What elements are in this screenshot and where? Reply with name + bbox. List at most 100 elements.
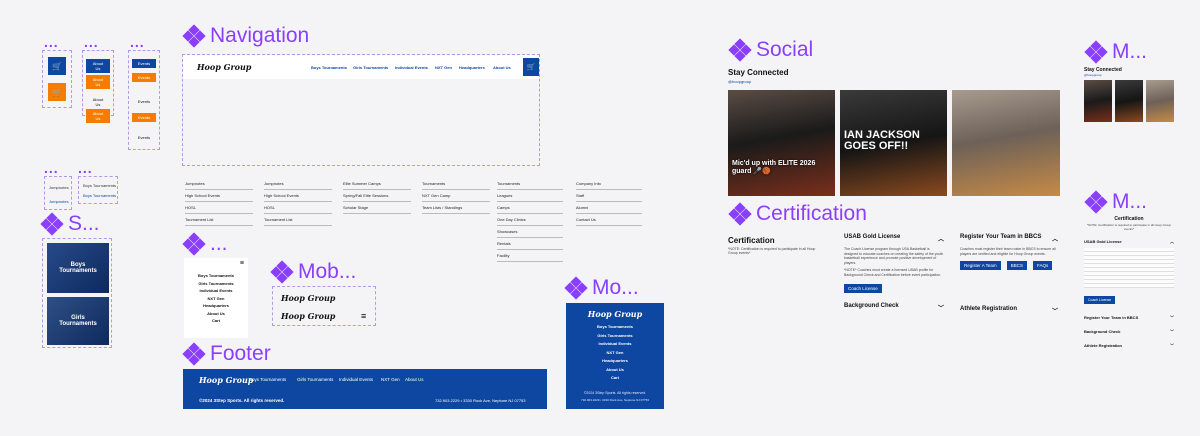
card-girls-tournaments[interactable]: Girls Tournaments [47, 297, 109, 345]
menu-item[interactable]: Camps [497, 202, 563, 214]
menu-item[interactable]: Rentals [497, 238, 563, 250]
menu-item[interactable]: Leagues [497, 190, 563, 202]
background-check-accordion[interactable]: Background Check ﹀ [844, 303, 944, 312]
nav-girls-tournaments[interactable]: Girls Tournaments [353, 65, 388, 70]
brand-logo[interactable]: Hoop Group [197, 62, 251, 72]
mobile-nav-item[interactable]: Individual Events [184, 287, 248, 295]
social-photo[interactable]: IAN JACKSON GOES OFF!! [840, 90, 947, 196]
menu-item[interactable]: Elite Summer Camps [343, 178, 411, 190]
mobile-footer-link[interactable]: Headquarters [566, 357, 664, 366]
social-photo[interactable] [1115, 80, 1143, 122]
nav-headquarters[interactable]: Headquarters [459, 65, 485, 70]
footer-link[interactable]: Individual Events [339, 377, 373, 382]
footer-logo[interactable]: Hoop Group [566, 309, 664, 319]
mobile-nav-item[interactable]: Girls Tournaments [184, 280, 248, 288]
social-photo[interactable] [952, 90, 1060, 196]
footer-link[interactable]: About Us [405, 377, 424, 382]
athlete-registration-accordion[interactable]: Athlete Registration ﹀ [960, 306, 1058, 315]
social-handle[interactable]: @hoopgroup [728, 79, 751, 84]
events-button-plain[interactable]: Events [132, 97, 156, 106]
boys-tournaments-link[interactable]: Boys Tournaments [83, 183, 116, 188]
coach-license-button[interactable]: Coach License [1084, 296, 1116, 304]
menu-item[interactable]: Tournament List [264, 214, 332, 226]
background-check-accordion[interactable]: Background Check ﹀ [1084, 329, 1174, 335]
cart-button[interactable]: 🛒 [523, 58, 539, 76]
menu-item[interactable]: Company Info [576, 178, 642, 190]
menu-item[interactable]: Spring/Fall Elite Sessions [343, 190, 411, 202]
menu-item[interactable]: Jumpnotes [264, 178, 332, 190]
menu-item[interactable]: Tournament List [185, 214, 253, 226]
menu-item[interactable]: Facility [497, 250, 563, 262]
nav-about-us[interactable]: About Us [493, 65, 511, 70]
boys-tournaments-link-active[interactable]: Boys Tournaments [83, 193, 116, 198]
mobile-footer-link[interactable]: NXT Gen [566, 349, 664, 358]
component-icon [182, 342, 206, 366]
menu-item[interactable]: Jumpnotes [185, 178, 253, 190]
register-accordion[interactable]: Register Your Team in BBCS ﹀ [1084, 315, 1174, 321]
social-photo[interactable] [1084, 80, 1112, 122]
menu-item[interactable]: Staff [576, 190, 642, 202]
mobile-nav-item[interactable]: About Us [184, 310, 248, 318]
brand-logo[interactable]: Hoop Group [281, 311, 335, 321]
register-accordion-header[interactable]: Register Your Team in BBCS ︿ [960, 234, 1058, 243]
hamburger-icon[interactable]: ≡ [240, 260, 244, 267]
menu-item[interactable]: Team Lists / Standings [422, 202, 490, 214]
menu-item[interactable]: Scholar Stage [343, 202, 411, 214]
usab-accordion-header[interactable]: USAB Gold License ︿ [844, 234, 944, 243]
mobile-nav-item[interactable]: Cart [184, 317, 248, 325]
about-us-button-hover[interactable]: About Us [86, 75, 110, 89]
menu-item[interactable]: Tournaments [497, 178, 563, 190]
menu-item[interactable]: High School Events [264, 190, 332, 202]
menu-item[interactable]: Contact Us [576, 214, 642, 226]
mobile-nav-item[interactable]: Boys Tournaments [184, 272, 248, 280]
athlete-registration-accordion[interactable]: Athlete Registration ﹀ [1084, 343, 1174, 349]
component-icon [40, 212, 64, 236]
about-us-button-orange[interactable]: About Us [86, 109, 110, 123]
menu-item[interactable]: HOSL [264, 202, 332, 214]
jumpnotes-link-active[interactable]: Jumpnotes [49, 199, 69, 204]
mobile-footer-link[interactable]: About Us [566, 366, 664, 375]
footer-logo[interactable]: Hoop Group [199, 375, 253, 385]
menu-item[interactable]: One Day Clinics [497, 214, 563, 226]
social-photo[interactable] [1146, 80, 1174, 122]
events-button-plain-2[interactable]: Events [132, 133, 156, 142]
mobile-footer-link[interactable]: Girls Tournaments [566, 332, 664, 341]
events-button-orange[interactable]: Events [132, 113, 156, 122]
menu-item[interactable]: NXT Gen Camp [422, 190, 490, 202]
usab-accordion-header[interactable]: USAB Gold License ︿ [1084, 239, 1174, 245]
social-photo[interactable]: Mic'd up with ELITE 2026 guard 🎤🏀 [728, 90, 835, 196]
mobile-footer-link[interactable]: Individual Events [566, 340, 664, 349]
mobile-footer-link[interactable]: Boys Tournaments [566, 323, 664, 332]
nav-boys-tournaments[interactable]: Boys Tournaments [311, 65, 347, 70]
about-us-button[interactable]: About Us [86, 59, 110, 73]
jumpnotes-link[interactable]: Jumpnotes [49, 185, 69, 190]
faqs-button[interactable]: FAQs [1032, 261, 1053, 270]
cart-button-hover[interactable]: 🛒 [48, 83, 66, 101]
mobile-nav-item[interactable]: NXT Gen [184, 295, 248, 303]
brand-logo[interactable]: Hoop Group [281, 293, 335, 303]
nav-individual-events[interactable]: Individual Events [395, 65, 428, 70]
cart-button[interactable]: 🛒 [48, 57, 66, 75]
photo-caption: IAN JACKSON GOES OFF!! [844, 129, 920, 152]
menu-item[interactable]: Tournaments [422, 178, 490, 190]
card-boys-tournaments[interactable]: Boys Tournaments [47, 243, 109, 293]
about-us-button-plain[interactable]: About Us [86, 95, 110, 109]
menu-item[interactable]: HOSL [185, 202, 253, 214]
nav-nxt-gen[interactable]: NXT Gen [435, 65, 452, 70]
menu-item[interactable]: Showcases [497, 226, 563, 238]
hamburger-icon[interactable]: ≡ [361, 311, 366, 321]
footer-link[interactable]: Girls Tournaments [297, 377, 333, 382]
events-button[interactable]: Events [132, 59, 156, 68]
register-team-button[interactable]: Register A Team [960, 261, 1001, 270]
mobile-footer-link[interactable]: Cart [566, 374, 664, 383]
events-button-hover[interactable]: Events [132, 73, 156, 82]
mobile-nav-item[interactable]: Headquarters [184, 302, 248, 310]
menu-item[interactable]: Alumni [576, 202, 642, 214]
frame-title-social: Social [728, 38, 813, 62]
coach-license-button[interactable]: Coach License [844, 284, 882, 293]
bbcs-button[interactable]: BBCS [1006, 261, 1027, 270]
menu-item[interactable]: High School Events [185, 190, 253, 202]
footer-link[interactable]: Boys Tournaments [249, 377, 286, 382]
social-handle[interactable]: @hoopgroup [1084, 73, 1101, 77]
footer-link[interactable]: NXT Gen [381, 377, 400, 382]
